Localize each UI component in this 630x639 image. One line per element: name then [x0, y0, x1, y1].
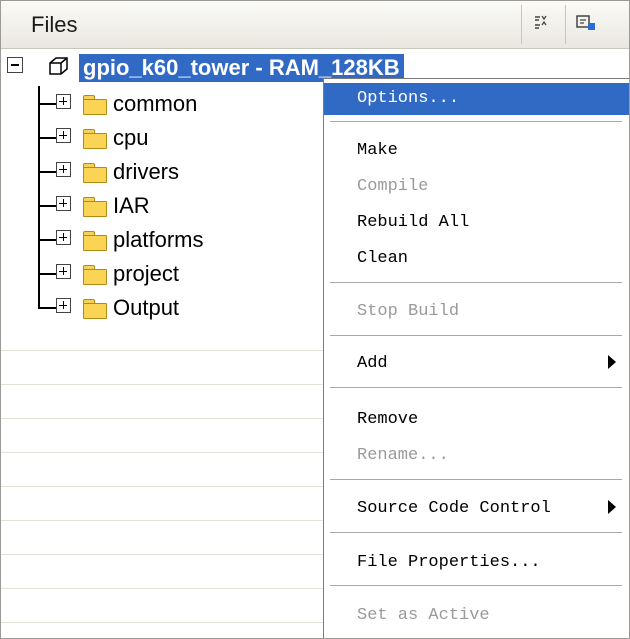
expand-icon[interactable] [56, 128, 71, 143]
tree-item-iar[interactable]: IAR [1, 189, 323, 223]
folder-icon [83, 231, 107, 251]
expand-icon[interactable] [56, 162, 71, 177]
tree-item-output[interactable]: Output [1, 291, 323, 325]
menu-item-stop-build[interactable]: Stop Build [324, 296, 629, 328]
menu-item-label: Rebuild All [357, 213, 470, 232]
menu-separator [330, 282, 622, 284]
expand-icon[interactable] [56, 196, 71, 211]
submenu-arrow-icon [608, 355, 616, 369]
menu-item-label: Clean [357, 249, 409, 268]
menu-item-label: Remove [357, 410, 419, 429]
menu-item-label: Source Code Control [357, 499, 551, 518]
folder-icon [83, 129, 107, 149]
menu-separator [330, 585, 622, 587]
menu-item-remove[interactable]: Remove [324, 404, 629, 436]
folder-icon [83, 197, 107, 217]
tree-connector [38, 205, 56, 207]
menu-item-label: Make [357, 141, 398, 160]
header-divider [565, 5, 566, 44]
project-cube-icon [47, 55, 69, 77]
menu-separator [330, 335, 622, 337]
tree-connector [38, 239, 56, 241]
view-options-icon[interactable] [532, 13, 554, 38]
folder-icon [83, 95, 107, 115]
tree-connector [38, 273, 56, 275]
tree-item-project[interactable]: project [1, 257, 323, 291]
menu-item-file-properties[interactable]: File Properties... [324, 547, 629, 579]
folder-icon [83, 299, 107, 319]
tree-connector [38, 171, 56, 173]
tree-connector [38, 137, 56, 139]
menu-separator [330, 532, 622, 534]
expand-icon[interactable] [56, 94, 71, 109]
tree-item-platforms[interactable]: platforms [1, 223, 323, 257]
menu-item-rebuild-all[interactable]: Rebuild All [324, 207, 629, 239]
menu-item-make[interactable]: Make [324, 135, 629, 167]
tree-item-label: Output [113, 295, 180, 320]
workspace-files-panel: Files gpio_k60_tower - RAM_128KB common … [0, 0, 630, 639]
files-panel-header: Files [1, 1, 629, 49]
tree-item-cpu[interactable]: cpu [1, 121, 323, 155]
tree-item-label: cpu [113, 125, 149, 150]
menu-separator [330, 479, 622, 481]
tree-connector [38, 103, 56, 105]
tree-item-drivers[interactable]: drivers [1, 155, 323, 189]
config-icon[interactable] [575, 13, 597, 38]
menu-item-rename[interactable]: Rename... [324, 440, 629, 472]
submenu-arrow-icon [608, 500, 616, 514]
menu-separator [330, 121, 622, 123]
expand-icon[interactable] [56, 230, 71, 245]
menu-item-label: Set as Active [357, 606, 490, 625]
folder-icon [83, 163, 107, 183]
header-divider [521, 5, 522, 44]
expand-icon[interactable] [56, 298, 71, 313]
menu-item-label: Stop Build [357, 302, 460, 321]
menu-item-label: File Properties... [357, 553, 541, 572]
menu-item-label: Options... [357, 89, 460, 108]
expand-icon[interactable] [56, 264, 71, 279]
menu-item-options[interactable]: Options... [324, 83, 629, 115]
tree-item-label: drivers [113, 159, 180, 184]
tree-item-label: common [113, 91, 198, 116]
menu-separator [330, 387, 622, 389]
menu-item-label: Add [357, 354, 388, 373]
tree-root-row[interactable]: gpio_k60_tower - RAM_128KB [1, 51, 404, 85]
menu-item-set-as-active[interactable]: Set as Active [324, 600, 629, 632]
collapse-icon[interactable] [7, 57, 23, 73]
tree-item-label: platforms [113, 227, 204, 252]
tree-connector [38, 307, 56, 309]
menu-item-label: Rename... [357, 446, 449, 465]
menu-item-clean[interactable]: Clean [324, 243, 629, 275]
menu-item-add[interactable]: Add [324, 348, 629, 380]
menu-item-compile[interactable]: Compile [324, 171, 629, 203]
tree-item-label: IAR [113, 193, 150, 218]
context-menu: Options... Make Compile Rebuild All Clea… [323, 78, 629, 638]
menu-item-label: Compile [357, 177, 429, 196]
tree-item-label: project [113, 261, 180, 286]
folder-icon [83, 265, 107, 285]
menu-item-source-code-control[interactable]: Source Code Control [324, 493, 629, 525]
files-panel-title: Files [31, 12, 78, 37]
tree-item-common[interactable]: common [1, 87, 323, 121]
